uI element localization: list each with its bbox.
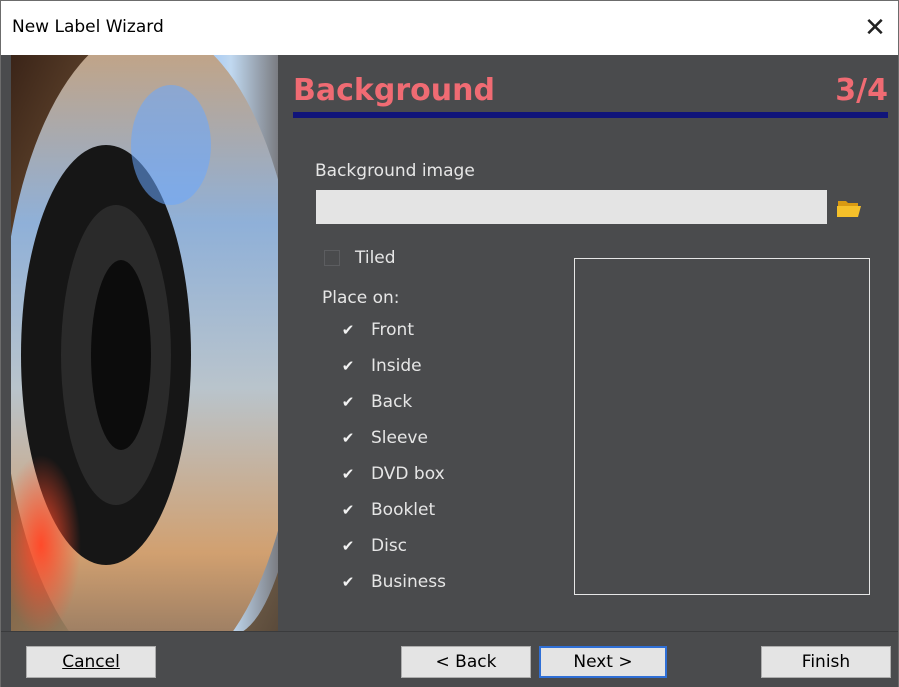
place-on-dvd-box-checkbox[interactable]: ✔ DVD box bbox=[340, 464, 445, 484]
place-on-item-label: Disc bbox=[371, 536, 408, 556]
place-on-inside-checkbox[interactable]: ✔ Inside bbox=[340, 356, 422, 376]
step-indicator: 3/4 bbox=[835, 73, 888, 108]
back-button[interactable]: < Back bbox=[401, 646, 531, 678]
heading-rule bbox=[293, 112, 888, 118]
tiled-checkbox-box[interactable] bbox=[324, 250, 340, 266]
finish-label: Finish bbox=[801, 652, 851, 672]
place-on-item-label: DVD box bbox=[371, 464, 445, 484]
place-on-sleeve-checkbox[interactable]: ✔ Sleeve bbox=[340, 428, 428, 448]
cancel-label: Cancel bbox=[62, 652, 120, 672]
new-label-wizard-window: New Label Wizard ✕ Background 3/4 Backgr… bbox=[0, 0, 899, 687]
next-label: Next > bbox=[573, 652, 633, 672]
finish-button[interactable]: Finish bbox=[761, 646, 891, 678]
checkmark-icon[interactable]: ✔ bbox=[340, 537, 356, 555]
cancel-button[interactable]: Cancel bbox=[26, 646, 156, 678]
place-on-item-label: Inside bbox=[371, 356, 422, 376]
place-on-disc-checkbox[interactable]: ✔ Disc bbox=[340, 536, 407, 556]
page-title: Background bbox=[293, 73, 495, 108]
tiled-label: Tiled bbox=[355, 248, 396, 268]
place-on-front-checkbox[interactable]: ✔ Front bbox=[340, 320, 414, 340]
folder-open-icon[interactable] bbox=[836, 197, 864, 219]
checkmark-icon[interactable]: ✔ bbox=[340, 429, 356, 447]
cd-image bbox=[11, 55, 278, 631]
tiled-checkbox[interactable]: Tiled bbox=[324, 248, 396, 268]
place-on-item-label: Business bbox=[371, 572, 446, 592]
checkmark-icon[interactable]: ✔ bbox=[340, 465, 356, 483]
window-title: New Label Wizard bbox=[12, 17, 164, 37]
place-on-label: Place on: bbox=[322, 288, 400, 308]
place-on-business-checkbox[interactable]: ✔ Business bbox=[340, 572, 446, 592]
checkmark-icon[interactable]: ✔ bbox=[340, 501, 356, 519]
wizard-panel: Background 3/4 Background image Tiled Pl… bbox=[278, 55, 898, 631]
wizard-body: Background 3/4 Background image Tiled Pl… bbox=[1, 55, 898, 631]
background-preview bbox=[574, 258, 870, 595]
place-on-item-label: Front bbox=[371, 320, 414, 340]
place-on-booklet-checkbox[interactable]: ✔ Booklet bbox=[340, 500, 435, 520]
checkmark-icon[interactable]: ✔ bbox=[340, 573, 356, 591]
button-bar: Cancel < Back Next > Finish bbox=[1, 631, 898, 687]
background-image-field[interactable] bbox=[316, 190, 827, 224]
place-on-item-label: Booklet bbox=[371, 500, 436, 520]
back-label: < Back bbox=[435, 652, 497, 672]
next-button[interactable]: Next > bbox=[539, 646, 667, 678]
checkmark-icon[interactable]: ✔ bbox=[340, 321, 356, 339]
checkmark-icon[interactable]: ✔ bbox=[340, 357, 356, 375]
place-on-item-label: Sleeve bbox=[371, 428, 428, 448]
title-bar: New Label Wizard ✕ bbox=[1, 1, 898, 55]
checkmark-icon[interactable]: ✔ bbox=[340, 393, 356, 411]
close-icon[interactable]: ✕ bbox=[852, 1, 898, 55]
place-on-back-checkbox[interactable]: ✔ Back bbox=[340, 392, 413, 412]
background-image-label: Background image bbox=[315, 161, 475, 181]
place-on-item-label: Back bbox=[371, 392, 413, 412]
